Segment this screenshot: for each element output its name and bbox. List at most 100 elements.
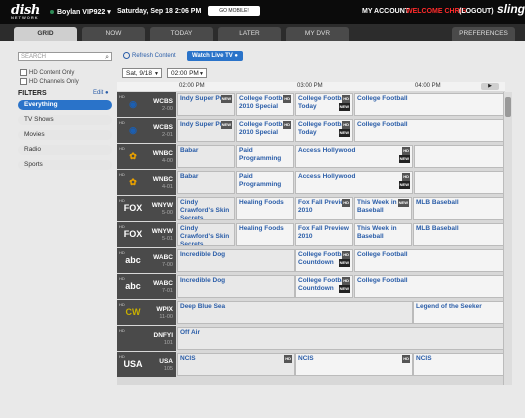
search-icon[interactable]: ⌕ — [105, 53, 109, 62]
program-cell[interactable]: Fox Fall Preview 2010 — [295, 223, 353, 246]
program-title: Access Hollywood — [298, 147, 356, 154]
program-grid: 02:00 PM 03:00 PM 04:00 PM ▶ HD ◉ WCBS 2-00… — [117, 82, 505, 385]
program-cell[interactable]: College Football — [354, 275, 505, 298]
channel-cell[interactable]: HD ◉ WCBS 2-00 — [117, 92, 176, 117]
program-cell[interactable]: College Football 2010 Special HD — [236, 119, 294, 142]
go-mobile-button[interactable]: GO MOBILE! — [208, 6, 260, 16]
cw-logo-icon: CW — [125, 307, 141, 317]
filter-radio[interactable]: Radio — [18, 145, 112, 155]
program-title: College Football — [357, 121, 408, 128]
channel-cell[interactable]: HD abc WABC 7-01 — [117, 274, 176, 299]
program-cell[interactable]: NCIS HD — [177, 353, 295, 376]
cbs-eye-icon: ◉ — [129, 125, 137, 135]
info-icon: ● — [105, 90, 109, 96]
receiver-selector[interactable]: Boylan VIP922 ▾ — [50, 8, 111, 16]
new-badge: NEW — [397, 199, 409, 207]
channel-row: HD FOX WNYW 5-00 Cindy Crawford's Skin Secre… — [117, 196, 505, 221]
channel-number: 7-00 — [161, 262, 173, 268]
refresh-icon — [123, 52, 130, 59]
tab-my-dvr[interactable]: MY DVR — [286, 27, 349, 41]
program-cell[interactable]: Incredible Dog — [177, 275, 295, 298]
program-cell[interactable]: College Football Today HD NEW — [295, 93, 353, 116]
fox-logo-icon: FOX — [123, 229, 143, 239]
program-cell[interactable]: College Football — [354, 93, 505, 116]
program-cell[interactable]: NCIS — [413, 353, 505, 376]
fox-logo-icon: FOX — [123, 203, 143, 213]
timeline-next-button[interactable]: ▶ — [481, 83, 499, 90]
channel-number: 4-00 — [161, 158, 173, 164]
tab-grid[interactable]: GRID — [14, 27, 77, 41]
channel-callsign: WABC — [153, 280, 173, 287]
program-cell[interactable]: Healing Foods — [236, 223, 294, 246]
my-account-link[interactable]: MY ACCOUNT — [362, 8, 409, 15]
hd-content-checkbox[interactable]: HD Content Only — [20, 69, 74, 76]
program-cell[interactable]: Incredible Dog — [177, 249, 295, 272]
channel-callsign: WNYW — [151, 202, 173, 209]
channel-cell[interactable]: HD abc WABC 7-00 — [117, 248, 176, 273]
program-cell[interactable] — [414, 145, 505, 168]
channel-cell[interactable]: HD ✿ WNBC 4-01 — [117, 170, 176, 195]
edit-filters-link[interactable]: Edit ● — [93, 90, 109, 96]
time-select[interactable]: 02:00 PM ▼ — [167, 68, 207, 78]
program-cell[interactable]: College Football Countdown HD NEW — [295, 249, 353, 272]
program-cell[interactable]: College Football — [354, 119, 505, 142]
hd-channels-checkbox[interactable]: HD Channels Only — [20, 78, 79, 85]
watch-live-tv-button[interactable]: Watch Live TV ● — [187, 51, 243, 61]
channel-cell[interactable]: HD CW WPIX 11-00 — [117, 300, 176, 325]
program-cell[interactable]: Cindy Crawford's Skin Secrets — [177, 223, 235, 246]
program-cell[interactable]: Indy Super Pull NEW — [177, 93, 235, 116]
program-cell[interactable]: Cindy Crawford's Skin Secrets — [177, 197, 235, 220]
channel-cell[interactable]: HD FOX WNYW 5-00 — [117, 196, 176, 221]
program-cell[interactable]: Legend of the Seeker — [413, 301, 505, 324]
program-cell[interactable]: Access Hollywood HD NEW — [295, 145, 413, 168]
channel-cell[interactable]: HD DNFYI 101 — [117, 326, 176, 351]
program-cell[interactable]: MLB Baseball — [413, 223, 505, 246]
program-cell[interactable]: Deep Blue Sea — [177, 301, 413, 324]
filter-sports[interactable]: Sports — [18, 160, 112, 170]
channel-cell[interactable]: HD FOX WNYW 5-01 — [117, 222, 176, 247]
time-slot-label: 02:00 PM — [179, 83, 205, 89]
channel-number: 2-01 — [161, 132, 173, 138]
tab-now[interactable]: NOW — [82, 27, 145, 41]
hd-badge: HD — [342, 251, 350, 259]
program-cell[interactable]: College Football — [354, 249, 505, 272]
program-cell[interactable]: Paid Programming — [236, 171, 294, 194]
program-cell[interactable]: College Football Countdown HD NEW — [295, 275, 353, 298]
program-cell[interactable]: Babar — [177, 171, 235, 194]
tab-later[interactable]: LATER — [218, 27, 281, 41]
date-select[interactable]: Sat, 9/18 ▼ — [122, 68, 162, 78]
program-cell[interactable] — [414, 171, 505, 194]
channel-cell[interactable]: HD USA USA 105 — [117, 352, 176, 377]
channel-row: HD DNFYI 101 Off Air — [117, 326, 505, 351]
filter-everything[interactable]: Everything — [18, 100, 112, 110]
dish-logo[interactable]: dish NETWORK — [11, 3, 40, 20]
channel-number: 11-00 — [159, 314, 173, 320]
scrollbar-thumb[interactable] — [505, 97, 511, 117]
program-cell[interactable]: Healing Foods — [236, 197, 294, 220]
tab-today[interactable]: TODAY — [150, 27, 213, 41]
program-cell[interactable]: NCIS HD — [295, 353, 413, 376]
program-cell[interactable]: Paid Programming — [236, 145, 294, 168]
filter-tv-shows[interactable]: TV Shows — [18, 115, 112, 125]
search-input[interactable]: SEARCH ⌕ — [18, 52, 112, 61]
program-cell[interactable]: Fox Fall Preview 2010 HD — [295, 197, 353, 220]
filter-movies[interactable]: Movies — [18, 130, 112, 140]
program-cell[interactable]: Indy Super Pull NEW — [177, 119, 235, 142]
new-badge: NEW — [338, 285, 350, 293]
program-cell[interactable]: Access Hollywood HD NEW — [295, 171, 413, 194]
program-cell[interactable]: This Week in Baseball — [354, 223, 412, 246]
tab-preferences[interactable]: PREFERENCES — [452, 27, 515, 41]
channel-cell[interactable]: HD ✿ WNBC 4-00 — [117, 144, 176, 169]
program-cell[interactable]: MLB Baseball — [413, 197, 505, 220]
program-cell[interactable]: College Football Today HD NEW — [295, 119, 353, 142]
grid-scrollbar[interactable] — [503, 92, 512, 385]
new-badge: NEW — [338, 103, 350, 111]
program-cell[interactable]: Off Air — [177, 327, 505, 350]
program-cell[interactable]: College Football 2010 Special HD — [236, 93, 294, 116]
program-title: Incredible Dog — [180, 277, 226, 284]
logout-link[interactable]: (LOGOUT) — [459, 8, 494, 15]
refresh-content-link[interactable]: Refresh Content — [123, 52, 176, 59]
program-cell[interactable]: This Week in Baseball NEW — [354, 197, 412, 220]
program-cell[interactable]: Babar — [177, 145, 235, 168]
channel-cell[interactable]: HD ◉ WCBS 2-01 — [117, 118, 176, 143]
